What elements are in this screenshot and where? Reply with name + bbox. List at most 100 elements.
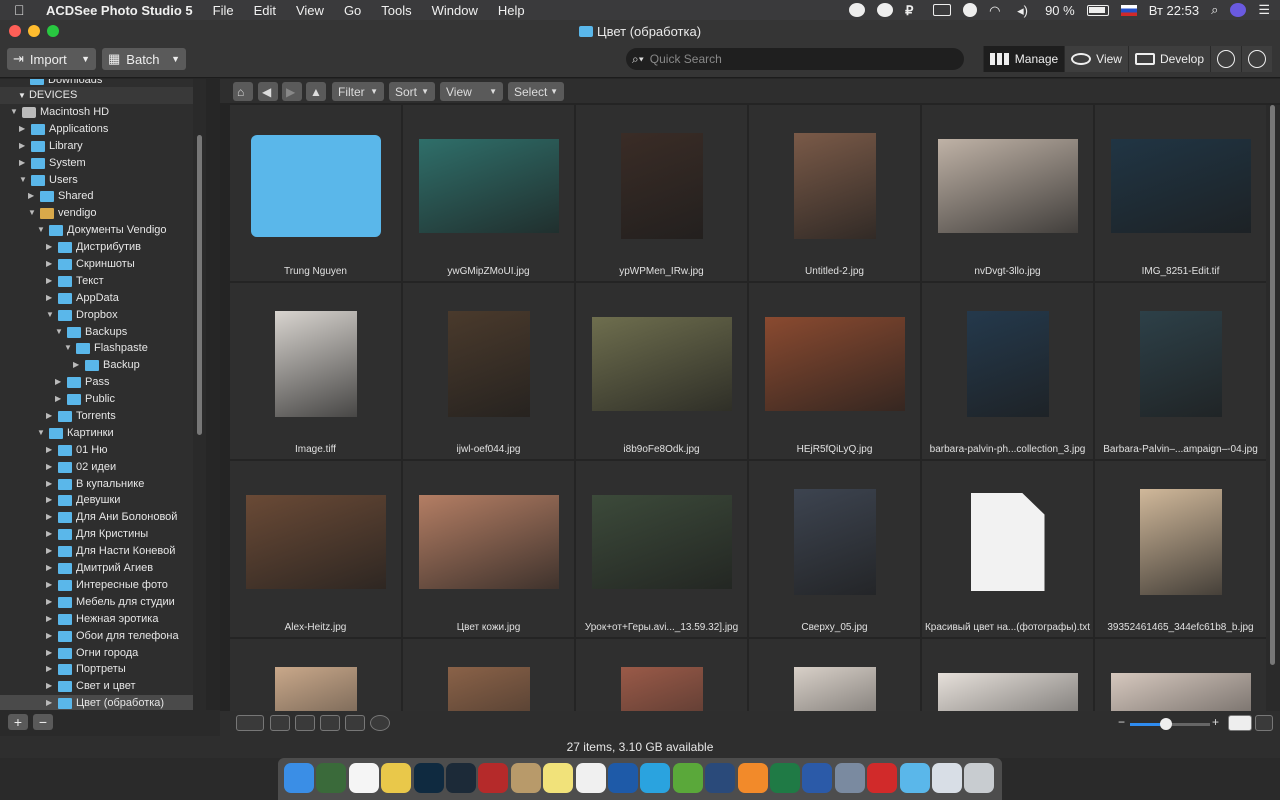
sidebar-item-34[interactable]: ▶ Свет и цвет [0, 678, 206, 695]
telegram-icon[interactable] [640, 763, 671, 793]
sidebar-item-0[interactable]: ▼ Macintosh HD [0, 104, 206, 121]
wifi-icon[interactable]: ◠ [989, 3, 1005, 18]
photoshop-icon[interactable] [413, 763, 444, 793]
thumbnail-cell[interactable]: Сверху_05.jpg [749, 461, 920, 637]
grid-scrollbar[interactable] [1266, 105, 1280, 711]
disclosure-closed-icon[interactable]: ▶ [19, 155, 25, 172]
disclosure-closed-icon[interactable]: ▶ [46, 594, 52, 611]
zoom-in-icon[interactable]: + [1212, 715, 1219, 729]
thumbnail-cell[interactable] [1095, 639, 1266, 711]
sidebar-item-2[interactable]: ▶ Library [0, 138, 206, 155]
disclosure-closed-icon[interactable]: ▶ [46, 661, 52, 678]
app-menu[interactable]: ACDSee Photo Studio 5 [46, 3, 193, 18]
sidebar-item-13[interactable]: ▼ Backups [0, 324, 206, 341]
sidebar-item-11[interactable]: ▶ AppData [0, 290, 206, 307]
calendar-icon[interactable] [348, 763, 379, 793]
disclosure-closed-icon[interactable]: ▶ [19, 138, 25, 155]
acdsee-icon[interactable] [478, 763, 509, 793]
thumbnail-cell[interactable]: Красивый цвет на...(фотографы).txt [922, 461, 1093, 637]
notes-icon[interactable] [510, 763, 541, 793]
sidebar-item-9[interactable]: ▶ Скриншоты [0, 256, 206, 273]
thumbnail-cell[interactable]: barbara-palvin-ph...collection_3.jpg [922, 283, 1093, 459]
slider-knob[interactable] [1160, 718, 1172, 730]
launchpad-icon[interactable] [834, 763, 865, 793]
thumbnail-size-slider[interactable] [1130, 718, 1210, 730]
devices-section-header[interactable]: ▼ DEVICES [0, 87, 206, 104]
chrome-icon[interactable] [381, 763, 412, 793]
spotlight-icon[interactable]: ⌕ [1211, 2, 1218, 18]
thumbnail-cell[interactable]: HEjR5fQiLyQ.jpg [749, 283, 920, 459]
disclosure-closed-icon[interactable]: ▶ [46, 239, 52, 256]
sidebar-item-27[interactable]: ▶ Дмитрий Агиев [0, 560, 206, 577]
disclosure-open-icon[interactable]: ▼ [10, 104, 18, 121]
sidebar-item-23[interactable]: ▶ Девушки [0, 492, 206, 509]
menu-go[interactable]: Go [344, 3, 361, 18]
creative-cloud-icon[interactable] [877, 3, 894, 17]
add-folder-button[interactable]: + [8, 714, 28, 730]
view-mode-button[interactable]: View [1064, 46, 1128, 72]
sidebar-item-16[interactable]: ▶ Pass [0, 374, 206, 391]
disclosure-closed-icon[interactable]: ▶ [73, 357, 79, 374]
grid-scroll-thumb[interactable] [1270, 105, 1275, 665]
disclosure-open-icon[interactable]: ▼ [37, 425, 45, 442]
thumbnail-cell[interactable]: ywGMipZMoUI.jpg [403, 105, 574, 281]
thumbnail-cell[interactable]: Цвет кожи.jpg [403, 461, 574, 637]
utorrent-icon[interactable] [672, 763, 703, 793]
books-icon[interactable] [737, 763, 768, 793]
disclosure-closed-icon[interactable]: ▶ [46, 628, 52, 645]
disclosure-closed-icon[interactable]: ▶ [46, 459, 52, 476]
disclosure-closed-icon[interactable]: ▶ [46, 543, 52, 560]
zoom-window-button[interactable] [47, 25, 59, 37]
send-to-button[interactable] [236, 715, 264, 731]
preview-icon[interactable] [932, 763, 962, 793]
sync-icon[interactable] [963, 3, 978, 17]
sidebar-item-1[interactable]: ▶ Applications [0, 121, 206, 138]
batch-button[interactable]: ▦ Batch ▼ [102, 48, 186, 70]
home-button[interactable]: ⌂ [233, 82, 253, 101]
parking-icon[interactable]: ₽ [905, 3, 921, 18]
sidebar-item-28[interactable]: ▶ Интересные фото [0, 577, 206, 594]
tree-row-partial[interactable]: Downloads [0, 79, 206, 87]
filter-button[interactable]: Filter ▼ [332, 82, 384, 101]
sidebar-scrollbar[interactable] [193, 79, 206, 710]
disclosure-open-icon[interactable]: ▼ [37, 222, 45, 239]
sidebar-item-6[interactable]: ▼ vendigo [0, 205, 206, 222]
dashboard-button[interactable] [1241, 46, 1272, 72]
disclosure-closed-icon[interactable]: ▶ [46, 560, 52, 577]
disclosure-closed-icon[interactable]: ▶ [46, 476, 52, 493]
notification-center-icon[interactable]: ☰ [1258, 2, 1270, 18]
close-window-button[interactable] [9, 25, 21, 37]
sidebar-item-32[interactable]: ▶ Огни города [0, 645, 206, 662]
manage-mode-button[interactable]: Manage [982, 46, 1065, 72]
stickies-icon[interactable] [543, 763, 574, 793]
sidebar-item-3[interactable]: ▶ System [0, 155, 206, 172]
sidebar-item-35[interactable]: ▶ Цвет (обработка) [0, 695, 206, 710]
search-input[interactable] [649, 52, 950, 66]
disclosure-closed-icon[interactable]: ▶ [46, 678, 52, 695]
sidebar-item-5[interactable]: ▶ Shared [0, 188, 206, 205]
up-button[interactable]: ▲ [306, 82, 326, 101]
compare-button[interactable] [345, 715, 365, 731]
quicktime-icon[interactable] [705, 763, 736, 793]
telegram-status-icon[interactable] [849, 3, 866, 17]
sidebar-item-10[interactable]: ▶ Текст [0, 273, 206, 290]
sidebar-item-29[interactable]: ▶ Мебель для студии [0, 594, 206, 611]
thumbnail-cell[interactable]: nvDvgt-3llo.jpg [922, 105, 1093, 281]
textedit-icon[interactable] [575, 763, 606, 793]
develop-mode-button[interactable]: Develop [1127, 46, 1210, 72]
sidebar-item-24[interactable]: ▶ Для Ани Болоновой [0, 509, 206, 526]
sidebar-item-31[interactable]: ▶ Обои для телефона [0, 628, 206, 645]
select-button[interactable]: Select ▼ [508, 82, 564, 101]
disclosure-closed-icon[interactable]: ▶ [46, 290, 52, 307]
excel-icon[interactable] [770, 763, 800, 793]
sidebar-item-18[interactable]: ▶ Torrents [0, 408, 206, 425]
disclosure-closed-icon[interactable]: ▶ [46, 509, 52, 526]
disclosure-closed-icon[interactable]: ▶ [46, 577, 52, 594]
thumbnail-cell[interactable] [749, 639, 920, 711]
minimize-window-button[interactable] [28, 25, 40, 37]
disclosure-closed-icon[interactable]: ▶ [46, 256, 52, 273]
disclosure-closed-icon[interactable]: ▶ [46, 442, 52, 459]
sidebar-item-20[interactable]: ▶ 01 Ню [0, 442, 206, 459]
disclosure-closed-icon[interactable]: ▶ [46, 492, 52, 509]
battery-icon[interactable] [1086, 4, 1109, 16]
